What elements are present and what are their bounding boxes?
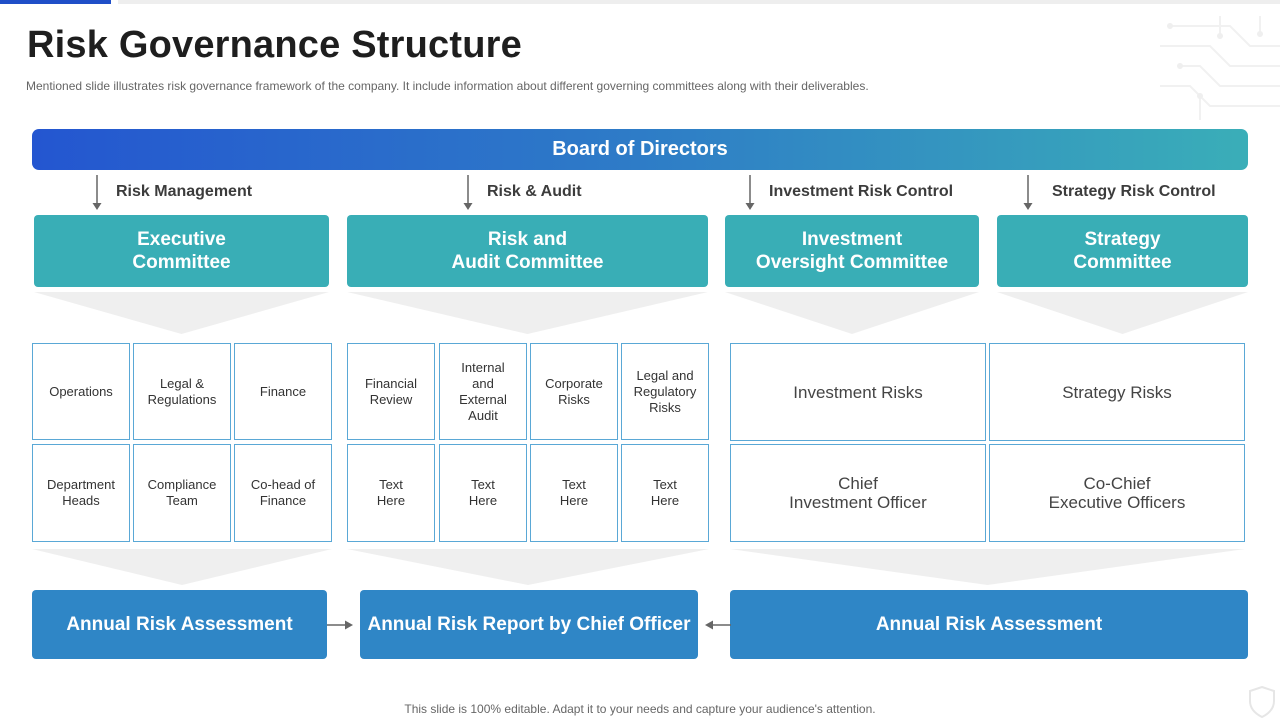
funnel-shape [730, 549, 1245, 585]
grid-cell: Legal & Regulations [133, 343, 231, 440]
title-accent-bar [0, 0, 111, 4]
funnel-shape [347, 549, 709, 585]
grid-cell: Compliance Team [133, 444, 231, 542]
down-arrow-icon [92, 175, 102, 210]
right-arrow-icon [327, 620, 353, 630]
top-divider [118, 0, 1280, 4]
strategy-committee: Strategy Committee [997, 215, 1248, 287]
down-arrow-icon [745, 175, 755, 210]
funnel-shape [34, 292, 329, 334]
link-label-investment-risk-control: Investment Risk Control [769, 183, 954, 200]
grid-cell: Investment Risks [730, 343, 986, 441]
executive-committee: Executive Committee [34, 215, 329, 287]
risk-audit-committee: Risk and Audit Committee [347, 215, 708, 287]
grid-cell: Internal and External Audit [439, 343, 527, 440]
circuit-pattern-icon [1160, 16, 1280, 120]
investment-oversight-committee: Investment Oversight Committee [725, 215, 979, 287]
link-label-strategy-risk-control: Strategy Risk Control [1052, 183, 1216, 200]
funnel-shape [32, 549, 332, 585]
down-arrow-icon [1023, 175, 1033, 210]
grid-cell: Co-Chief Executive Officers [989, 444, 1245, 542]
grid-cell: Text Here [621, 444, 709, 542]
grid-cell: Corporate Risks [530, 343, 618, 440]
funnel-shape [997, 292, 1248, 334]
grid-cell: Operations [32, 343, 130, 440]
grid-cell: Strategy Risks [989, 343, 1245, 441]
shield-icon [1249, 686, 1275, 718]
grid-cell: Chief Investment Officer [730, 444, 986, 542]
grid-cell: Co-head of Finance [234, 444, 332, 542]
left-arrow-icon [705, 620, 731, 630]
grid-cell: Financial Review [347, 343, 435, 440]
grid-cell: Text Here [530, 444, 618, 542]
page-subtitle: Mentioned slide illustrates risk governa… [26, 79, 869, 93]
grid-cell: Legal and Regulatory Risks [621, 343, 709, 440]
board-of-directors: Board of Directors [32, 129, 1248, 170]
funnel-shape [347, 292, 708, 334]
link-label-risk-audit: Risk & Audit [487, 183, 582, 200]
grid-cell: Department Heads [32, 444, 130, 542]
funnel-shape [725, 292, 979, 334]
page-title: Risk Governance Structure [27, 24, 522, 66]
down-arrow-icon [463, 175, 473, 210]
output-annual-risk-report: Annual Risk Report by Chief Officer [360, 590, 698, 659]
footer-note: This slide is 100% editable. Adapt it to… [404, 702, 876, 716]
output-annual-risk-assessment-left: Annual Risk Assessment [32, 590, 327, 659]
grid-cell: Text Here [439, 444, 527, 542]
link-label-risk-management: Risk Management [116, 183, 253, 200]
grid-cell: Text Here [347, 444, 435, 542]
output-annual-risk-assessment-right: Annual Risk Assessment [730, 590, 1248, 659]
grid-cell: Finance [234, 343, 332, 440]
